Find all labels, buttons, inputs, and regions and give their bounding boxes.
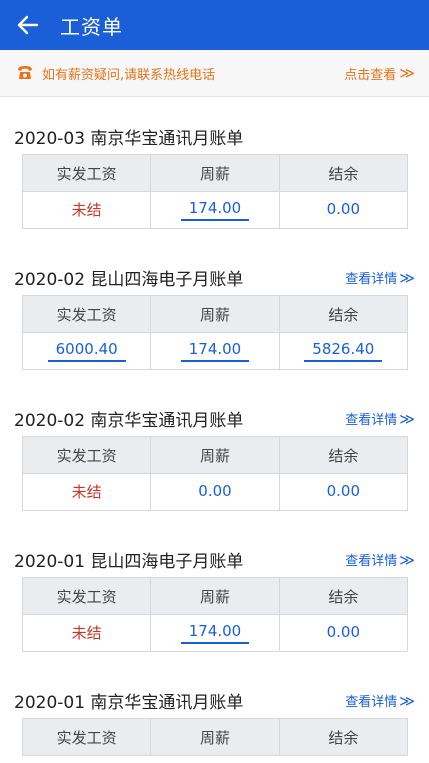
view-details-label: 查看详情 [345,272,398,287]
actual-pay-value: 未结 [71,200,102,219]
header-weekly-pay: 周薪 [150,437,278,473]
header-actual-pay: 实发工资 [56,305,117,324]
view-details-link[interactable]: 查看详情 ≫ [345,409,415,428]
bill-list: 2020-03 南京华宝通讯月账单 实发工资 周薪 结余 未结 174.00 0… [0,97,429,763]
app-header: 工资单 [0,0,429,50]
page-title: 工资单 [60,14,123,39]
table-header-row: 实发工资 周薪 结余 [23,437,407,473]
actual-pay-cell: 6000.40 [23,333,150,369]
weekly-pay-cell: 0.00 [150,474,278,510]
arrow-left-icon [17,15,39,35]
balance-value[interactable]: 5826.40 [304,340,383,362]
balance-value: 0.00 [326,623,361,641]
header-weekly-pay: 周薪 [150,296,278,332]
balance-cell: 0.00 [278,615,407,651]
notice-text: 如有薪资疑问,请联系热线电话 [42,67,216,83]
double-chevron-right-icon: ≫ [399,269,415,287]
weekly-pay-cell: 174.00 [150,615,278,651]
view-hotline-label: 点击查看 [344,67,397,83]
header-balance: 结余 [278,719,407,755]
header-balance: 结余 [278,296,407,332]
weekly-pay-value[interactable]: 174.00 [180,340,250,362]
actual-pay-value: 未结 [71,623,102,642]
bill-table: 实发工资 周薪 结余 未结 174.00 0.00 [22,577,408,652]
header-actual-pay: 实发工资 [56,587,117,606]
table-row: 6000.40 174.00 5826.40 [23,332,407,369]
weekly-pay-value[interactable]: 174.00 [180,622,250,644]
bill-table: 实发工资 周薪 结余 [22,718,408,756]
table-header-row: 实发工资 周薪 结余 [23,296,407,332]
header-balance: 结余 [278,155,407,191]
balance-cell: 5826.40 [278,333,407,369]
view-details-label: 查看详情 [345,695,398,710]
actual-pay-value: 未结 [71,482,102,501]
view-details-label: 查看详情 [345,554,398,569]
balance-cell: 0.00 [278,474,407,510]
double-chevron-right-icon: ≫ [399,692,415,710]
header-actual-pay: 实发工资 [56,728,117,747]
balance-cell: 0.00 [278,192,407,228]
table-header-row: 实发工资 周薪 结余 [23,155,407,191]
balance-value: 0.00 [326,200,361,218]
bill-table: 实发工资 周薪 结余 未结 0.00 0.00 [22,436,408,511]
weekly-pay-value[interactable]: 174.00 [180,199,250,221]
header-weekly-pay: 周薪 [150,719,278,755]
table-row: 未结 174.00 0.00 [23,191,407,228]
actual-pay-value[interactable]: 6000.40 [47,340,126,362]
bill-title: 2020-01 昆山四海电子月账单 [14,552,244,572]
hotline-notice-bar: 如有薪资疑问,请联系热线电话 点击查看 ≫ [0,50,429,97]
payslip-screen: 工资单 如有薪资疑问,请联系热线电话 点击查看 ≫ 2020-03 南京华宝通讯… [0,0,429,763]
bill-table: 实发工资 周薪 结余 6000.40 174.00 5826.40 [22,295,408,370]
actual-pay-cell: 未结 [23,615,150,651]
table-header-row: 实发工资 周薪 结余 [23,719,407,755]
header-balance: 结余 [278,437,407,473]
view-details-link[interactable]: 查看详情 ≫ [345,268,415,287]
actual-pay-cell: 未结 [23,192,150,228]
bill-title: 2020-02 南京华宝通讯月账单 [14,411,244,431]
view-hotline-link[interactable]: 点击查看 ≫ [344,50,415,96]
header-weekly-pay: 周薪 [150,578,278,614]
bill-table: 实发工资 周薪 结余 未结 174.00 0.00 [22,154,408,229]
header-actual-pay: 实发工资 [56,446,117,465]
bill-title: 2020-01 南京华宝通讯月账单 [14,693,244,713]
phone-icon [18,66,32,79]
header-actual-pay: 实发工资 [56,164,117,183]
weekly-pay-cell: 174.00 [150,192,278,228]
double-chevron-right-icon: ≫ [399,64,415,82]
view-details-link[interactable]: 查看详情 ≫ [345,550,415,569]
double-chevron-right-icon: ≫ [399,551,415,569]
weekly-pay-value: 0.00 [198,482,232,500]
table-row: 未结 0.00 0.00 [23,473,407,510]
header-weekly-pay: 周薪 [150,155,278,191]
double-chevron-right-icon: ≫ [399,410,415,428]
bill-title: 2020-02 昆山四海电子月账单 [14,270,244,290]
weekly-pay-cell: 174.00 [150,333,278,369]
view-details-link[interactable]: 查看详情 ≫ [345,691,415,710]
view-details-label: 查看详情 [345,413,398,428]
header-balance: 结余 [278,578,407,614]
table-header-row: 实发工资 周薪 结余 [23,578,407,614]
balance-value: 0.00 [326,482,361,500]
back-button[interactable] [16,13,40,37]
bill-title: 2020-03 南京华宝通讯月账单 [14,129,244,149]
table-row: 未结 174.00 0.00 [23,614,407,651]
actual-pay-cell: 未结 [23,474,150,510]
